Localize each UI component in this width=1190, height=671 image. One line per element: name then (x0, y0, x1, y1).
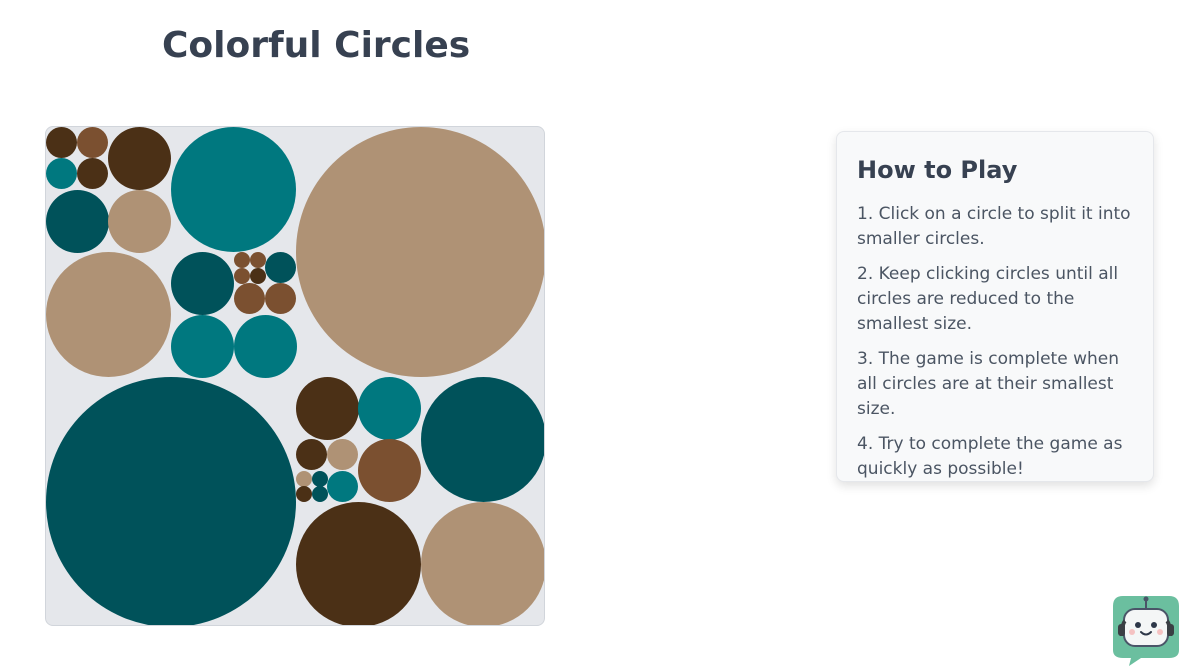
circle[interactable] (108, 127, 171, 190)
circle[interactable] (421, 502, 544, 625)
circle[interactable] (250, 252, 266, 268)
chatbot-button[interactable] (1111, 594, 1181, 667)
circle[interactable] (296, 471, 312, 487)
circle[interactable] (77, 158, 108, 189)
circle[interactable] (265, 283, 296, 314)
circle[interactable] (234, 315, 297, 378)
circle[interactable] (250, 268, 266, 284)
circle[interactable] (327, 471, 358, 502)
circle[interactable] (46, 190, 109, 253)
circle[interactable] (296, 127, 544, 377)
circle[interactable] (234, 252, 250, 268)
chatbot-icon (1113, 596, 1179, 666)
circle[interactable] (421, 377, 544, 502)
circle[interactable] (296, 486, 312, 502)
circle[interactable] (108, 190, 171, 253)
game-board (45, 126, 545, 626)
circle[interactable] (312, 471, 328, 487)
instructions-panel: How to Play 1. Click on a circle to spli… (836, 131, 1154, 482)
circle[interactable] (296, 439, 327, 470)
circle[interactable] (46, 127, 77, 158)
circle[interactable] (234, 268, 250, 284)
instruction-step: 1. Click on a circle to split it into sm… (857, 204, 1131, 249)
circle[interactable] (312, 486, 328, 502)
circle[interactable] (77, 127, 108, 158)
circle[interactable] (234, 283, 265, 314)
circle[interactable] (46, 377, 296, 625)
instruction-step: 3. The game is complete when all circles… (857, 349, 1119, 419)
circle[interactable] (46, 252, 171, 377)
circle[interactable] (358, 377, 421, 440)
circle[interactable] (46, 158, 77, 189)
circle[interactable] (171, 315, 234, 378)
instruction-step: 4. Try to complete the game as quickly a… (857, 434, 1123, 479)
instruction-step: 2. Keep clicking circles until all circl… (857, 264, 1119, 334)
circle[interactable] (327, 439, 358, 470)
circle[interactable] (296, 377, 359, 440)
circle[interactable] (296, 502, 421, 625)
circle[interactable] (358, 439, 421, 502)
page-title: Colorful Circles (162, 25, 471, 66)
instructions-heading: How to Play (857, 156, 1018, 184)
circle[interactable] (171, 127, 296, 252)
circle[interactable] (265, 252, 296, 283)
circle[interactable] (171, 252, 234, 315)
